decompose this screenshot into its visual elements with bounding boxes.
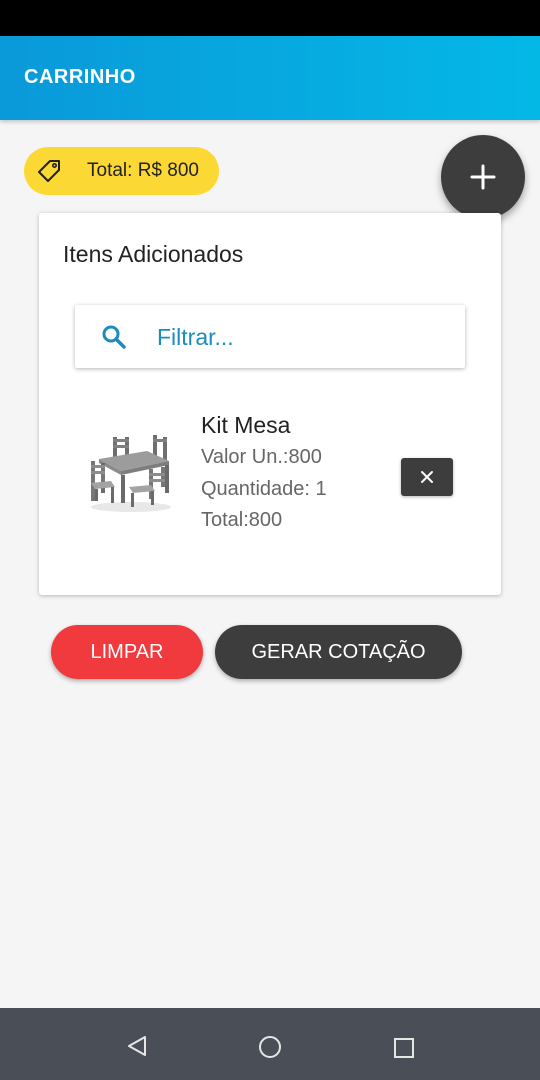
search-icon — [102, 325, 126, 349]
clear-button[interactable]: LIMPAR — [51, 625, 203, 679]
item-total: Total:800 — [201, 509, 283, 531]
item-name: Kit Mesa — [201, 412, 291, 438]
close-icon — [421, 471, 433, 483]
cart-items-card: Itens Adicionados Filtrar... Kit Mesa Va… — [39, 213, 501, 595]
page-title: CARRINHO — [24, 66, 136, 88]
status-bar — [0, 0, 540, 36]
app-bar: CARRINHO — [0, 36, 540, 120]
table-set-image — [91, 435, 171, 512]
plus-icon — [470, 164, 496, 190]
system-nav-bar — [0, 1008, 540, 1080]
total-badge: Total: R$ 800 — [24, 147, 219, 195]
home-icon[interactable] — [258, 1035, 282, 1059]
filter-input[interactable] — [157, 322, 447, 352]
total-value: Total: R$ 800 — [87, 160, 199, 181]
filter-box[interactable] — [75, 305, 465, 368]
remove-item-button[interactable] — [401, 458, 453, 496]
recents-icon[interactable] — [393, 1037, 415, 1059]
add-item-button[interactable] — [441, 135, 525, 219]
item-unit-price: Valor Un.:800 — [201, 446, 322, 468]
item-quantity: Quantidade: 1 — [201, 478, 327, 500]
back-icon[interactable] — [125, 1034, 149, 1058]
price-tag-icon — [38, 160, 60, 182]
generate-quote-button[interactable]: GERAR COTAÇÃO — [215, 625, 462, 679]
card-title: Itens Adicionados — [63, 241, 244, 267]
